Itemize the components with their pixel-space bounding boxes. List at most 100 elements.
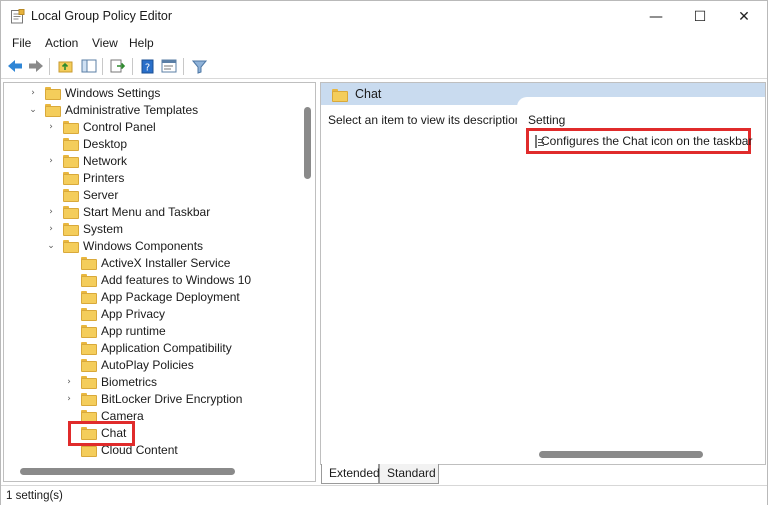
tree-item-windows-settings[interactable]: › Windows Settings — [28, 84, 160, 101]
tab-extended[interactable]: Extended — [321, 464, 380, 484]
status-bar: 1 setting(s) — [1, 485, 767, 505]
tree-item-biometrics[interactable]: › Biometrics — [64, 373, 157, 390]
folder-icon — [45, 104, 61, 117]
folder-icon — [45, 87, 61, 100]
forward-button[interactable] — [27, 57, 45, 75]
help-button[interactable]: ? — [139, 57, 157, 75]
chevron-down-icon[interactable]: ⌄ — [28, 105, 38, 115]
folder-icon — [63, 172, 79, 185]
chevron-right-icon[interactable]: › — [64, 377, 74, 387]
folder-icon — [81, 410, 97, 423]
tree-item-add-features-to-windows-10[interactable]: Add features to Windows 10 — [64, 271, 251, 288]
menu-bar: File Action View Help — [1, 32, 767, 54]
svg-text:?: ? — [145, 62, 150, 73]
filter-button[interactable] — [190, 57, 208, 75]
back-button[interactable] — [6, 57, 24, 75]
tree-item-server[interactable]: Server — [46, 186, 118, 203]
tree-item-label: App Package Deployment — [101, 289, 240, 304]
minimize-button[interactable]: — — [633, 1, 679, 32]
chat-highlight-box — [68, 421, 135, 446]
folder-icon — [63, 206, 79, 219]
setting-label: Configures the Chat icon on the taskbar — [541, 134, 753, 148]
menu-file[interactable]: File — [12, 36, 31, 50]
tree-item-label: BitLocker Drive Encryption — [101, 391, 243, 406]
show-hide-tree-button[interactable] — [80, 57, 98, 75]
folder-icon — [81, 393, 97, 406]
folder-icon — [332, 89, 348, 102]
tree-pane: › Windows Settings ⌄ Administrative Templat… — [3, 82, 316, 482]
up-one-level-button[interactable] — [57, 57, 75, 75]
folder-icon — [81, 274, 97, 287]
policy-setting-icon — [535, 134, 544, 148]
tab-standard[interactable]: Standard — [379, 464, 439, 484]
tree-item-label: ActiveX Installer Service — [101, 255, 231, 270]
maximize-icon: ☐ — [693, 8, 707, 25]
chevron-down-icon[interactable]: ⌄ — [46, 241, 56, 251]
tree-item-label: Server — [83, 187, 119, 202]
back-arrow-icon — [8, 60, 22, 72]
tree-horizontal-scroll-thumb[interactable] — [20, 468, 235, 475]
tree-item-label: Printers — [83, 170, 125, 185]
window-title: Local Group Policy Editor — [31, 9, 173, 23]
toolbar-separator — [132, 58, 133, 75]
chevron-right-icon[interactable]: › — [46, 207, 56, 217]
tree-item-label: Start Menu and Taskbar — [83, 204, 211, 219]
tree-item-app-privacy[interactable]: App Privacy — [64, 305, 165, 322]
status-text: 1 setting(s) — [6, 490, 63, 502]
folder-icon — [81, 376, 97, 389]
chevron-right-icon[interactable]: › — [46, 156, 56, 166]
tree-item-network[interactable]: › Network — [46, 152, 127, 169]
tree-item-windows-components[interactable]: ⌄ Windows Components — [46, 237, 203, 254]
maximize-button[interactable]: ☐ — [677, 1, 723, 32]
menu-view[interactable]: View — [92, 36, 118, 50]
tree-vertical-scroll-thumb[interactable] — [304, 107, 311, 179]
folder-icon — [63, 138, 79, 151]
chevron-right-icon[interactable]: › — [46, 122, 56, 132]
properties-button[interactable] — [160, 57, 178, 75]
description-text: Select an item to view its description. — [328, 113, 525, 127]
tree-item-bitlocker-drive-encryption[interactable]: › BitLocker Drive Encryption — [64, 390, 242, 407]
folder-icon — [63, 121, 79, 134]
tree-item-label: App Privacy — [101, 306, 166, 321]
chevron-right-icon[interactable]: › — [28, 88, 38, 98]
tree-item-printers[interactable]: Printers — [46, 169, 124, 186]
tree-item-system[interactable]: › System — [46, 220, 123, 237]
tree-item-desktop[interactable]: Desktop — [46, 135, 127, 152]
setting-row-chat-icon[interactable]: Configures the Chat icon on the taskbar — [526, 128, 753, 154]
close-button[interactable]: ✕ — [721, 1, 767, 32]
tree-item-start-menu-and-taskbar[interactable]: › Start Menu and Taskbar — [46, 203, 210, 220]
forward-arrow-icon — [29, 60, 43, 72]
folder-icon — [63, 189, 79, 202]
chevron-right-icon[interactable]: › — [64, 394, 74, 404]
details-horizontal-scroll-thumb[interactable] — [539, 451, 703, 458]
export-list-icon — [110, 59, 126, 73]
details-title: Chat — [355, 87, 382, 101]
tree-item-label: Application Compatibility — [101, 340, 232, 355]
tree-item-control-panel[interactable]: › Control Panel — [46, 118, 156, 135]
folder-icon — [63, 223, 79, 236]
tree-item-autoplay-policies[interactable]: AutoPlay Policies — [64, 356, 194, 373]
details-pane: Chat Select an item to view its descript… — [320, 82, 766, 465]
app-window: Local Group Policy Editor — ☐ ✕ File Act… — [0, 0, 768, 505]
toolbar: ? — [1, 54, 767, 79]
menu-action[interactable]: Action — [45, 36, 78, 50]
menu-help[interactable]: Help — [129, 36, 154, 50]
tree-item-label: Add features to Windows 10 — [101, 272, 252, 287]
tree-item-app-runtime[interactable]: App runtime — [64, 322, 166, 339]
tree-item-application-compatibility[interactable]: Application Compatibility — [64, 339, 232, 356]
up-folder-icon — [58, 61, 73, 73]
tree-item-activex-installer-service[interactable]: ActiveX Installer Service — [64, 254, 230, 271]
export-list-button[interactable] — [109, 57, 127, 75]
setting-column-header[interactable]: Setting — [528, 113, 565, 127]
toolbar-separator — [102, 58, 103, 75]
tree-item-administrative-templates[interactable]: ⌄ Administrative Templates — [28, 101, 198, 118]
minimize-icon: — — [649, 8, 663, 25]
chevron-right-icon[interactable]: › — [46, 224, 56, 234]
tree-item-label: Windows Settings — [65, 85, 161, 100]
tree-item-app-package-deployment[interactable]: App Package Deployment — [64, 288, 240, 305]
folder-icon — [81, 342, 97, 355]
